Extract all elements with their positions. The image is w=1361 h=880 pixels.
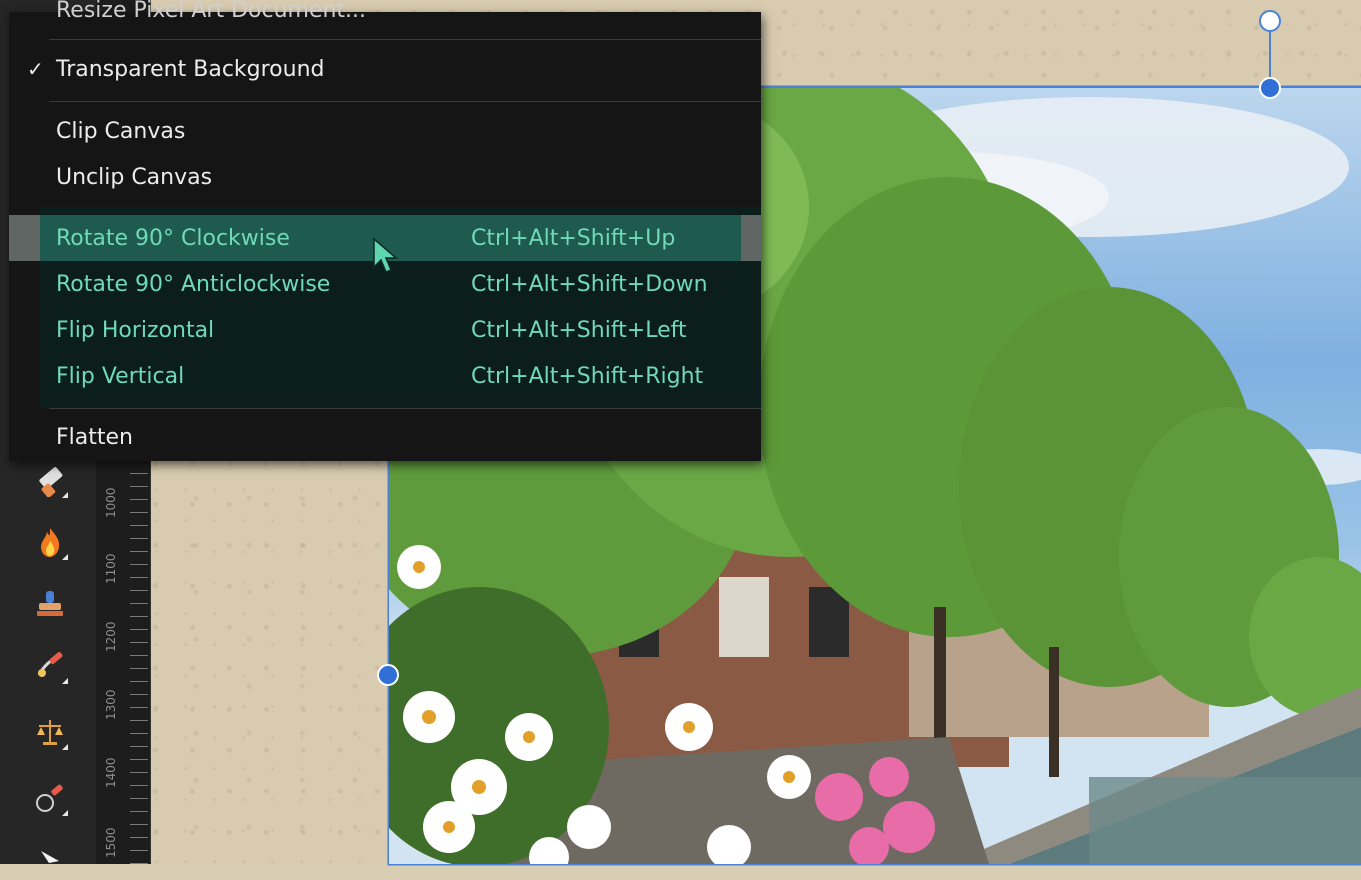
ruler-label: 1400 [104, 757, 118, 788]
tool-flyout-indicator [62, 554, 68, 560]
ruler-label: 1100 [104, 553, 118, 584]
menu-item-label: Rotate 90° Clockwise [56, 225, 290, 251]
smudge-tool[interactable] [28, 644, 72, 688]
clone-stamp-tool[interactable] [28, 582, 72, 626]
balance-tool[interactable] [28, 710, 72, 754]
menu-item-label: Rotate 90° Anticlockwise [56, 271, 331, 297]
menu-item-transparent-background[interactable]: ✓ Transparent Background [9, 46, 761, 92]
ruler-label: 1300 [104, 689, 118, 720]
tool-flyout-indicator [62, 678, 68, 684]
menu-item-label: Clip Canvas [56, 118, 186, 144]
menu-item-shortcut: Ctrl+Alt+Shift+Left [471, 317, 687, 343]
mouse-cursor-icon [373, 237, 399, 273]
menu-item-shortcut: Ctrl+Alt+Shift+Down [471, 271, 708, 297]
pointer-tool[interactable] [28, 836, 72, 880]
menu-item-shortcut: Ctrl+Alt+Shift+Right [471, 363, 704, 389]
clone-stamp-icon [37, 591, 63, 616]
eraser-tool[interactable] [28, 458, 72, 502]
rotation-handle[interactable] [1259, 10, 1281, 32]
menu-item-label: Flatten [56, 424, 133, 450]
pointer-arrow-icon [41, 851, 59, 863]
tool-flyout-indicator [62, 744, 68, 750]
menu-item-shortcut: Ctrl+Alt+Shift+Up [471, 225, 676, 251]
menu-separator [49, 39, 761, 40]
menu-item-label: Flip Horizontal [56, 317, 215, 343]
menu-separator [49, 101, 761, 102]
menu-item-flatten[interactable]: Flatten [9, 414, 761, 460]
transform-handle-top[interactable] [1259, 77, 1281, 99]
menu-item-resize-pixel-art[interactable]: Resize Pixel Art Document... [56, 0, 456, 22]
checkmark-icon: ✓ [27, 57, 44, 81]
menu-item-flip-horizontal[interactable]: Flip Horizontal Ctrl+Alt+Shift+Left [9, 307, 761, 353]
menu-item-label: Transparent Background [56, 56, 325, 82]
menu-item-flip-vertical[interactable]: Flip Vertical Ctrl+Alt+Shift+Right [9, 353, 761, 399]
menu-item-unclip-canvas[interactable]: Unclip Canvas [9, 154, 761, 200]
menu-item-label: Flip Vertical [56, 363, 185, 389]
tool-flyout-indicator [62, 810, 68, 816]
ruler-label: 1500 [104, 827, 118, 858]
transform-handle-left[interactable] [377, 664, 399, 686]
ruler-label: 1000 [104, 487, 118, 518]
tool-flyout-indicator [62, 492, 68, 498]
dodge-tool[interactable] [28, 776, 72, 820]
ruler-label: 1200 [104, 621, 118, 652]
burn-tool[interactable] [28, 520, 72, 564]
ruler-ticks [130, 460, 148, 864]
menu-item-clip-canvas[interactable]: Clip Canvas [9, 108, 761, 154]
menu-separator [49, 408, 761, 409]
menu-item-label: Unclip Canvas [56, 164, 213, 190]
